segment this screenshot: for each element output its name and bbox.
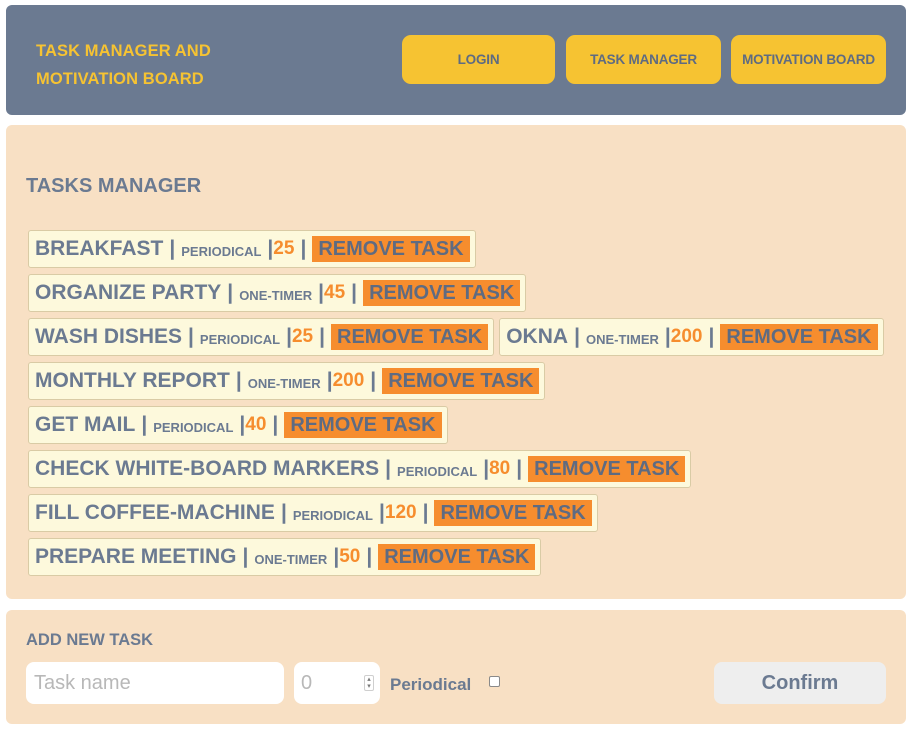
task-name: BREAKFAST [35, 237, 164, 260]
nav-motivation-board-button[interactable]: MOTIVATION BOARD [731, 35, 886, 84]
remove-task-button[interactable]: REMOVE TASK [363, 280, 521, 306]
brand-title: TASK MANAGER AND MOTIVATION BOARD [36, 37, 256, 93]
task-points: 200 [332, 370, 365, 391]
task-points: 25 [291, 326, 314, 347]
brand-line-2: MOTIVATION BOARD [36, 70, 204, 88]
remove-task-button[interactable]: REMOVE TASK [378, 544, 536, 570]
points-input[interactable]: 0 ▴ ▾ [294, 662, 380, 704]
task-points: 25 [273, 238, 295, 259]
task-item: GET MAIL | PERIODICAL | 40 | REMOVE TASK [28, 406, 448, 444]
task-name: ORGANIZE PARTY [35, 281, 222, 304]
task-type: PERIODICAL [199, 331, 281, 347]
task-points: 50 [339, 546, 361, 567]
task-type: PERIODICAL [153, 419, 234, 435]
task-name: MONTHLY REPORT [35, 369, 230, 392]
points-value: 0 [301, 672, 313, 694]
task-separator: | [280, 501, 287, 524]
task-separator: | [188, 325, 194, 348]
task-type: ONE-TIMER [239, 287, 313, 303]
task-points: 200 [670, 326, 703, 347]
points-stepper[interactable]: ▴ ▾ [364, 675, 374, 691]
task-name: FILL COFFEE-MACHINE [35, 501, 275, 524]
task-points: 45 [324, 282, 346, 303]
task-item: CHECK WHITE-BOARD MARKERS | PERIODICAL | 80 |… [28, 450, 692, 488]
task-item: OKNA | ONE-TIMER | 200 | REMOVE TASK [499, 318, 884, 356]
add-task-panel: ADD NEW TASK 0 ▴▾ Periodical Confirm [6, 610, 906, 724]
task-item: MONTHLY REPORT | ONE-TIMER | 200 | REMOVE TASK [28, 362, 546, 400]
task-separator: | [385, 457, 392, 480]
task-name: GET MAIL [35, 413, 136, 436]
task-separator: | [708, 325, 715, 348]
task-name: OKNA [506, 325, 569, 348]
remove-task-button[interactable]: REMOVE TASK [331, 324, 489, 350]
remove-task-button[interactable]: REMOVE TASK [284, 412, 442, 438]
task-points: 120 [384, 502, 417, 523]
nav-task-manager-button[interactable]: TASK MANAGER [566, 35, 721, 84]
remove-task-button[interactable]: REMOVE TASK [382, 368, 540, 394]
task-item: PREPARE MEETING | ONE-TIMER | 50 | REMOVE TASK [28, 538, 542, 576]
task-separator: | [351, 281, 358, 304]
task-separator: | [242, 545, 249, 568]
task-separator: | [319, 325, 326, 348]
task-separator: | [370, 369, 377, 392]
task-separator: | [169, 237, 176, 260]
task-type: PERIODICAL [397, 463, 478, 479]
task-separator: | [227, 281, 234, 304]
task-type: PERIODICAL [292, 507, 373, 523]
task-separator: | [422, 501, 429, 524]
remove-task-button[interactable]: REMOVE TASK [312, 236, 470, 262]
task-item: FILL COFFEE-MACHINE | PERIODICAL | 120 | REMOV… [28, 494, 598, 532]
task-type: PERIODICAL [181, 243, 262, 259]
task-separator: | [272, 413, 279, 436]
remove-task-button[interactable]: REMOVE TASK [720, 324, 878, 350]
task-item: ORGANIZE PARTY | ONE-TIMER | 45 | REMOVE TASK [28, 274, 527, 312]
remove-task-button[interactable]: REMOVE TASK [528, 456, 686, 482]
task-separator: | [141, 413, 148, 436]
task-type: ONE-TIMER [254, 551, 328, 567]
remove-task-button[interactable]: REMOVE TASK [434, 500, 592, 526]
task-name: CHECK WHITE-BOARD MARKERS [35, 457, 380, 480]
task-item: BREAKFAST | PERIODICAL | 25 | REMOVE TASK [28, 230, 476, 268]
nav-login-button[interactable]: LOGIN [402, 35, 555, 84]
task-name-input[interactable] [26, 662, 284, 704]
task-separator: | [366, 545, 373, 568]
tasks-panel: TASKS MANAGER BREAKFAST | PERIODICAL | 25 | RE… [6, 125, 906, 599]
task-separator: | [574, 325, 580, 348]
tasks-title: TASKS MANAGER [26, 175, 202, 197]
header-bar: TASK MANAGER AND MOTIVATION BOARD LOGIN … [6, 5, 906, 115]
add-task-form: 0 ▴▾ Periodical Confirm [26, 662, 886, 706]
task-type: ONE-TIMER [247, 375, 321, 391]
task-type: ONE-TIMER [585, 331, 659, 347]
task-points: 40 [245, 414, 267, 435]
confirm-button[interactable]: Confirm [714, 662, 886, 704]
brand-line-1: TASK MANAGER AND [36, 42, 211, 60]
periodical-checkbox[interactable] [489, 676, 500, 687]
periodical-label: Periodical [390, 675, 472, 694]
task-name: PREPARE MEETING [35, 545, 237, 568]
task-separator: | [300, 237, 307, 260]
task-separator: | [235, 369, 242, 392]
task-separator: | [516, 457, 523, 480]
add-task-title: ADD NEW TASK [26, 631, 154, 649]
task-list: BREAKFAST | PERIODICAL | 25 | REMOVE TASK ORGAN… [28, 230, 888, 576]
task-points: 80 [489, 458, 511, 479]
task-item: WASH DISHES | PERIODICAL | 25 | REMOVE TASK [28, 318, 495, 356]
task-name: WASH DISHES [35, 325, 183, 348]
